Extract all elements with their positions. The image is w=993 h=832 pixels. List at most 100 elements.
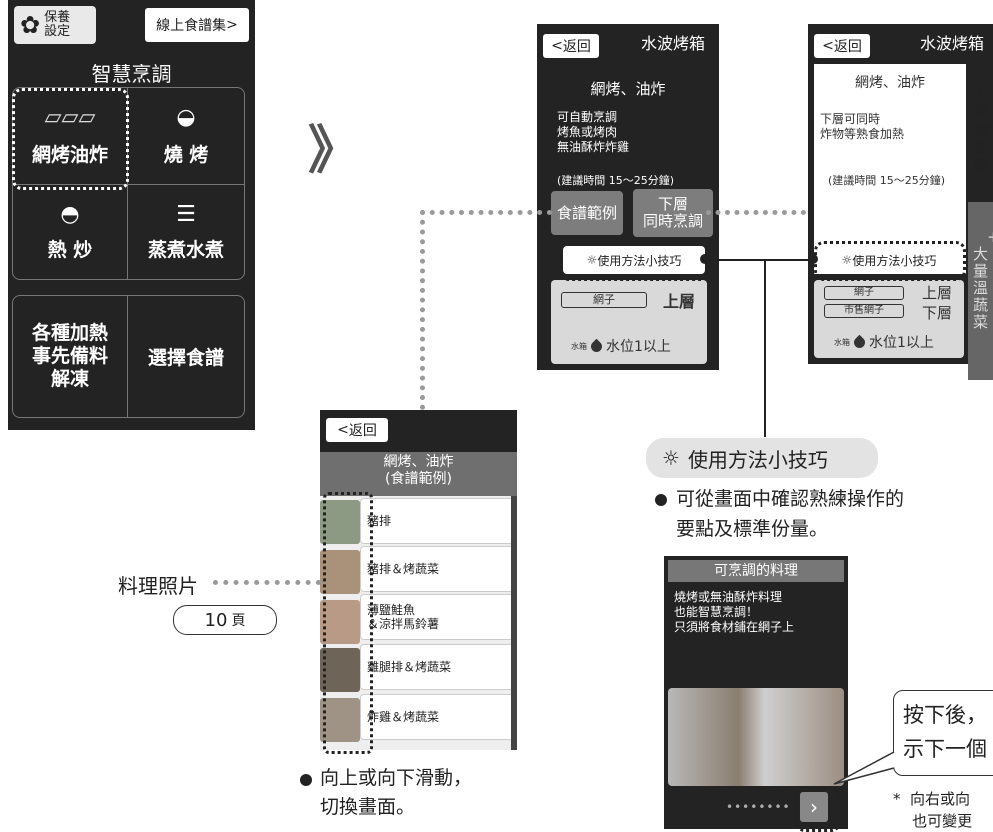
connector-line xyxy=(706,259,814,261)
frying-pan-icon: ◒ xyxy=(176,105,196,130)
back-button[interactable]: < 返回 xyxy=(543,34,599,58)
back-button[interactable]: < 返回 xyxy=(326,418,388,442)
recipe-examples-label: 食譜範例 xyxy=(556,203,617,222)
warm-vegetables-tab[interactable]: + 大 量 溫 蔬 菜 xyxy=(968,202,993,380)
rack-level: 上層 xyxy=(663,292,696,311)
chevron-left-icon: < xyxy=(551,38,563,54)
photo-label: 料理照片 xyxy=(118,574,198,598)
list-item-label: 雞腿排＆烤蔬菜 xyxy=(367,660,452,674)
menu-title: 智慧烹調 xyxy=(91,62,172,86)
list-item-label: 薄鹽鮭魚 ＆涼拌馬鈴薯 xyxy=(367,603,440,631)
rack-label: 網子 xyxy=(593,293,615,306)
online-recipes-button[interactable]: 線上食譜集 > xyxy=(145,8,249,42)
tank-label: 水箱 xyxy=(571,341,587,351)
tips-title-badge: ☼ 使用方法小技巧 xyxy=(646,438,878,478)
water-level: 水箱 水位1以上 xyxy=(571,336,671,356)
commercial-rack-icon: 市售網子 xyxy=(824,304,904,318)
menu-item-label: 燒 烤 xyxy=(163,144,209,166)
menu-item-roast[interactable]: ◒ 燒 烤 xyxy=(127,87,245,185)
screen-title: 水波烤箱 xyxy=(641,34,706,53)
water-label: 水位1以上 xyxy=(869,335,934,351)
back-button[interactable]: < 返回 xyxy=(814,34,870,58)
chevron-left-icon: < xyxy=(822,38,834,54)
menu-item-label: 各種加熱 事先備料 解凍 xyxy=(31,322,108,390)
dish-photo xyxy=(668,688,844,786)
screen-title: 水波烤箱 xyxy=(920,34,985,53)
tips-title: 使用方法小技巧 xyxy=(687,447,828,472)
back-label: 返回 xyxy=(348,423,377,439)
commercial-rack-label: 市售網子 xyxy=(844,305,884,316)
desc-line: 無油酥炸炸雞 xyxy=(557,140,630,154)
lightbulb-icon: ☼ xyxy=(662,446,680,470)
mode-heading: 網烤、油炸 xyxy=(590,80,666,98)
swipe-note: 向上或向下滑動， 切換畫面。 xyxy=(320,767,473,818)
chevron-right-icon: > xyxy=(226,17,238,33)
rack-icon: 網子 xyxy=(824,286,904,300)
highlight-food-photos xyxy=(323,492,373,754)
maintenance-settings-label: 保養 設定 xyxy=(44,10,71,39)
highlight-tips-2 xyxy=(814,241,966,281)
mode-description: 下層可同時 炸物等熟食加熱 xyxy=(820,112,904,142)
rack-level: 下層 xyxy=(922,304,953,322)
back-label: 返回 xyxy=(562,39,591,55)
page-unit: 頁 xyxy=(231,613,246,629)
mode-heading: 網烤、油炸 xyxy=(855,75,925,91)
page-number: 10 xyxy=(204,609,228,631)
suggested-time: (建議時間 15〜25分鐘) xyxy=(828,174,946,187)
scrollbar[interactable] xyxy=(511,496,517,750)
mode-description: 可自動烹調 烤魚或烤肉 無油酥炸炸雞 xyxy=(557,110,629,155)
water-label: 水位1以上 xyxy=(606,339,671,355)
dotted-connector xyxy=(420,210,552,215)
menu-item-select-recipe[interactable]: 選擇食譜 xyxy=(127,295,245,418)
rack-panel: 網子 上層 市售網子 下層 水箱 水位1以上 xyxy=(814,280,964,358)
online-recipes-label: 線上食譜集 xyxy=(156,18,227,34)
list-item[interactable]: 豬排＆烤蔬菜 xyxy=(360,546,517,592)
wok-icon: ◓ xyxy=(60,202,80,227)
grill-fry-screen: < 返回 水波烤箱 網烤、油炸 可自動烹調 烤魚或烤肉 無油酥炸炸雞 (建議時間 … xyxy=(537,24,719,370)
tips-line: 也能智慧烹調！ xyxy=(674,605,759,619)
list-item[interactable]: 豬排 xyxy=(360,498,517,544)
list-header: 網烤、油炸 (食譜範例) xyxy=(320,452,517,496)
hot-food-text: + 熟 食 加 熱 xyxy=(974,84,990,174)
connector-dot xyxy=(808,254,818,264)
pot-icon: ☰ xyxy=(176,202,196,227)
tank-label: 水箱 xyxy=(834,337,850,347)
list-item[interactable]: 炸雞＆烤蔬菜 xyxy=(360,694,517,740)
tips-header: 可烹調的料理 xyxy=(668,560,844,582)
rack-icon: 網子 xyxy=(561,292,647,308)
rack-label: 網子 xyxy=(854,287,874,298)
press-callout-text: 按下後， 示下一個 xyxy=(903,703,987,761)
highlight-grill-fry xyxy=(12,88,129,190)
main-menu-screen: ✿ 保養 設定 線上食譜集 > 智慧烹調 ▱▱▱ 網烤油炸 ◒ 燒 烤 ◓ 熱 炒… xyxy=(8,0,255,430)
connector-line xyxy=(764,259,766,437)
page-indicator: •••••••• xyxy=(726,800,791,814)
dotted-connector xyxy=(706,210,806,215)
highlight-next-button xyxy=(795,786,841,832)
list-item[interactable]: 雞腿排＆烤蔬菜 xyxy=(360,644,517,690)
lower-simultaneous-button[interactable]: 下層 同時烹調 xyxy=(633,189,713,237)
menu-item-label: 熱 炒 xyxy=(47,239,93,261)
list-item-label: 豬排＆烤蔬菜 xyxy=(367,562,440,576)
menu-item-label: 選擇食譜 xyxy=(147,347,224,369)
connector-dot xyxy=(700,254,710,264)
tips-line: 只須將食材鋪在網子上 xyxy=(674,620,795,634)
water-drop-icon xyxy=(851,334,868,350)
desc-line: 可自動烹調 xyxy=(557,110,618,124)
bullet-icon xyxy=(655,494,667,506)
list-item-label: 炸雞＆烤蔬菜 xyxy=(367,710,440,724)
rack-panel: 網子 上層 水箱 水位1以上 xyxy=(551,280,707,364)
bullet-icon xyxy=(300,774,312,786)
recipe-examples-button[interactable]: 食譜範例 xyxy=(551,191,623,235)
water-level: 水箱 水位1以上 xyxy=(834,332,934,352)
maintenance-settings-button[interactable]: ✿ 保養 設定 xyxy=(14,6,96,44)
menu-item-stir-fry[interactable]: ◓ 熱 炒 xyxy=(12,184,128,280)
footnote: * 向右或向 也可變更 xyxy=(893,790,973,830)
menu-item-heat-prep-thaw[interactable]: 各種加熱 事先備料 解凍 xyxy=(12,295,128,418)
list-item[interactable]: 薄鹽鮭魚 ＆涼拌馬鈴薯 xyxy=(360,594,517,640)
gear-icon: ✿ xyxy=(20,11,41,39)
next-arrow-icon: 》 xyxy=(308,121,360,181)
menu-item-steam-boil[interactable]: ☰ 蒸煮水煮 xyxy=(127,184,245,280)
tips-description: 可從畫面中確認熟練操作的 要點及標準份量。 xyxy=(676,488,905,540)
page-ref-badge: 10 頁 xyxy=(173,605,277,635)
tips-line: 燒烤或無油酥炸料理 xyxy=(674,590,783,604)
